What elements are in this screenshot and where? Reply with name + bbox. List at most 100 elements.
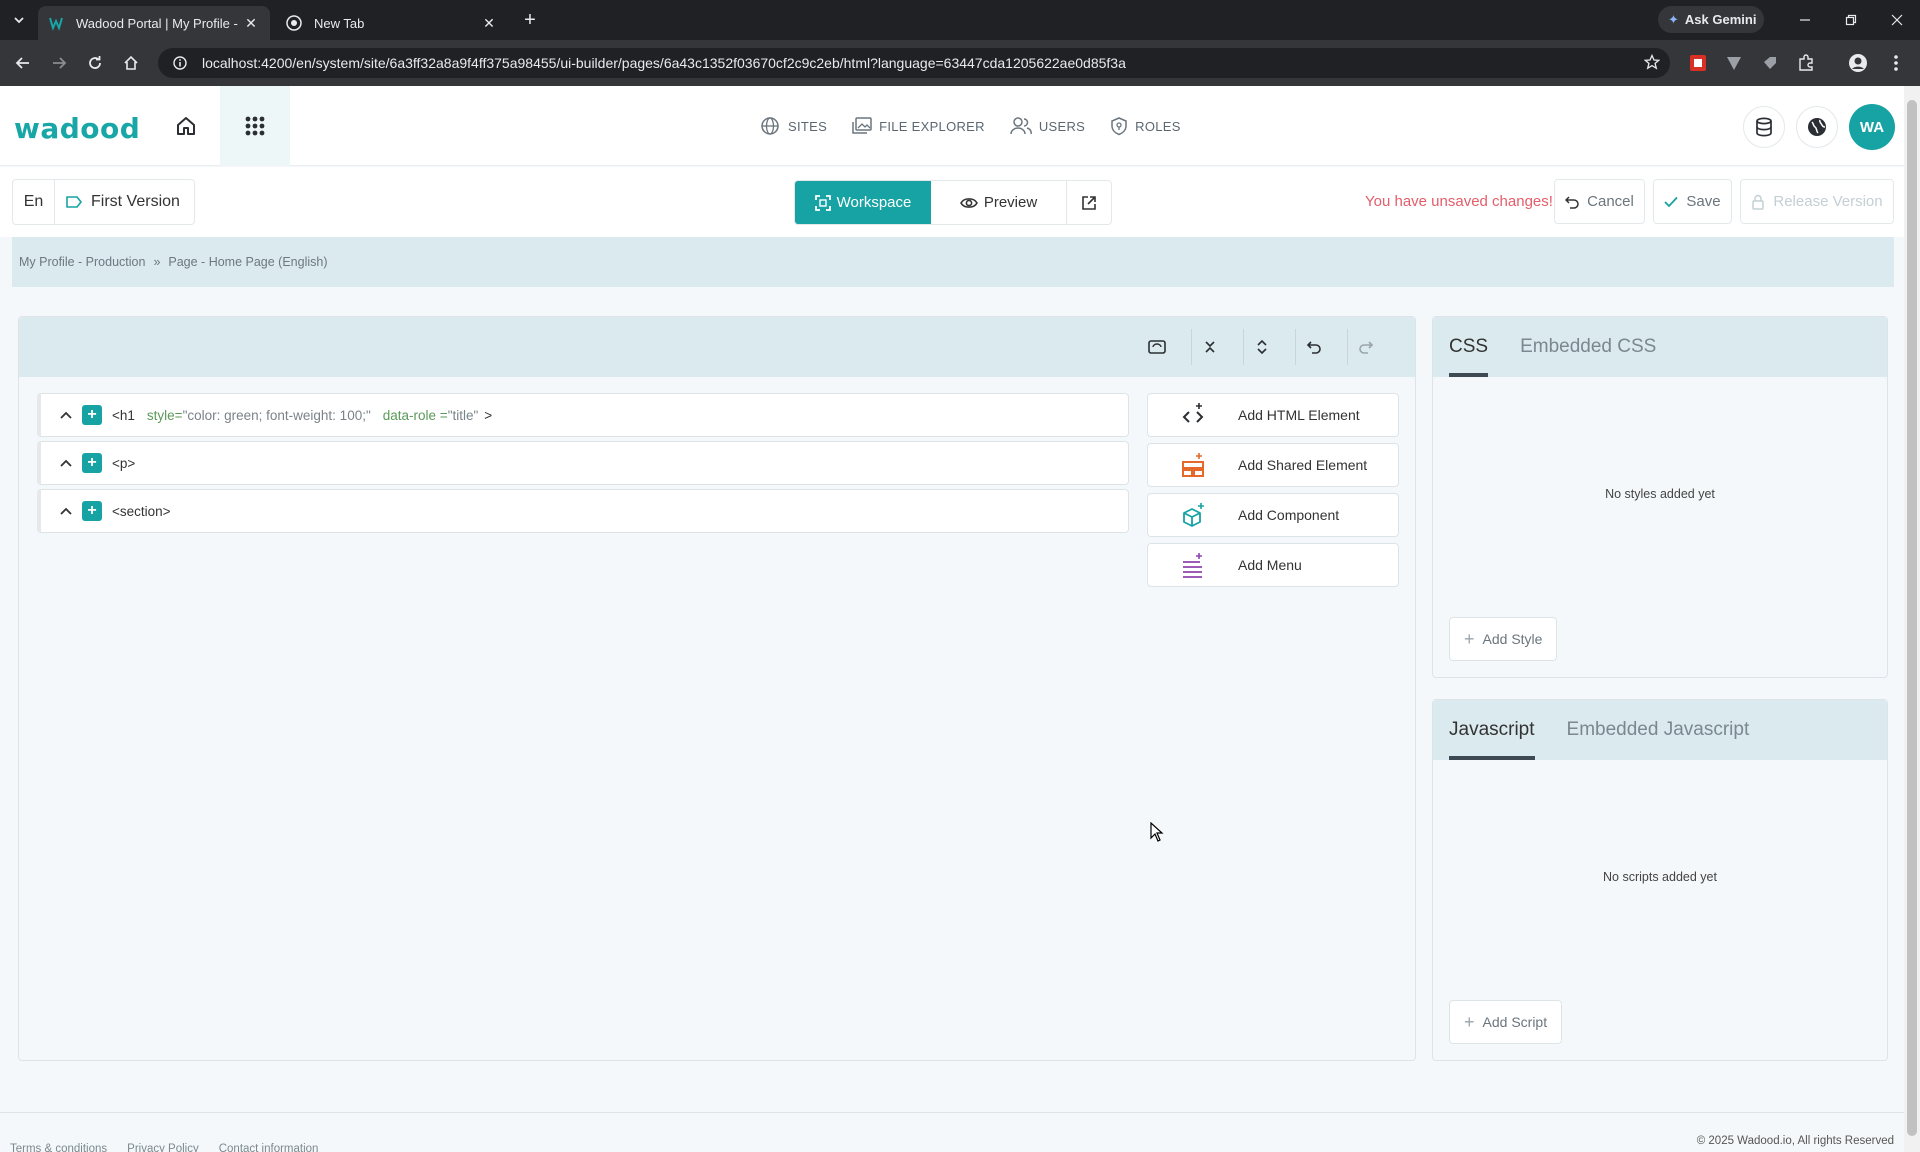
tab-css[interactable]: CSS — [1449, 317, 1489, 377]
toggle-view-button[interactable] — [1139, 329, 1175, 365]
close-tab-icon[interactable]: ✕ — [480, 14, 498, 32]
footer-link-terms[interactable]: Terms & conditions — [10, 1143, 107, 1152]
restore-icon[interactable] — [1828, 0, 1874, 40]
chevron-up-icon[interactable] — [60, 459, 74, 467]
workspace-label: Workspace — [836, 194, 912, 211]
scrollbar-thumb[interactable] — [1907, 100, 1917, 1136]
nav-file-explorer[interactable]: FILE EXPLORER — [851, 116, 985, 136]
footer-link-privacy[interactable]: Privacy Policy — [127, 1143, 199, 1152]
breadcrumb-item-page[interactable]: Page - Home Page (English) — [168, 255, 327, 269]
close-tab-icon[interactable]: ✕ — [242, 14, 260, 32]
element-tag: <p> — [112, 455, 136, 471]
release-version-button[interactable]: Release Version — [1740, 179, 1894, 224]
workspace-panel: + <h1 style= "color: green; font-weight: … — [18, 316, 1416, 1061]
home-icon[interactable] — [116, 48, 146, 78]
add-menu-label: Add Menu — [1238, 557, 1302, 573]
language-selector[interactable]: En — [13, 180, 55, 224]
undo-button[interactable] — [1295, 329, 1331, 365]
bookmark-star-icon[interactable] — [1643, 53, 1661, 73]
chevron-up-icon[interactable] — [60, 411, 74, 419]
back-icon[interactable] — [8, 48, 38, 78]
code-plus-icon — [1148, 402, 1238, 428]
no-scripts-text: No scripts added yet — [1603, 870, 1717, 884]
profile-icon[interactable] — [1848, 53, 1868, 73]
collapse-all-button[interactable] — [1191, 329, 1227, 365]
site-info-icon[interactable] — [172, 55, 188, 71]
nav-users[interactable]: USERS — [1009, 116, 1085, 136]
add-html-element-button[interactable]: Add HTML Element — [1147, 393, 1399, 437]
tree-node-p[interactable]: + <p> — [37, 441, 1129, 485]
reload-icon[interactable] — [80, 48, 110, 78]
ask-gemini-button[interactable]: ✦ Ask Gemini — [1658, 6, 1764, 33]
open-external-button[interactable] — [1067, 181, 1111, 224]
chevron-up-icon[interactable] — [60, 507, 74, 515]
wadood-logo[interactable]: wadood — [14, 112, 140, 145]
extension-red-icon[interactable] — [1688, 53, 1708, 73]
cancel-button[interactable]: Cancel — [1554, 179, 1645, 224]
images-icon — [852, 117, 872, 134]
chevron-down-icon — [14, 17, 24, 24]
expand-all-button[interactable] — [1243, 329, 1279, 365]
tree-node-section[interactable]: + <section> — [37, 489, 1129, 533]
mouse-cursor-icon — [1150, 822, 1164, 842]
extensions-puzzle-icon[interactable] — [1796, 53, 1816, 73]
extension-v-icon[interactable] — [1724, 53, 1744, 73]
save-button[interactable]: Save — [1653, 179, 1732, 224]
element-tag: <h1 — [112, 407, 135, 423]
apps-grid-button[interactable] — [220, 86, 290, 166]
breadcrumb: My Profile - Production » Page - Home Pa… — [12, 237, 1894, 287]
wadood-favicon — [48, 15, 64, 31]
browser-tab-inactive[interactable]: New Tab ✕ — [276, 6, 508, 40]
browser-tab-active[interactable]: Wadood Portal | My Profile - Ui ✕ — [38, 6, 270, 40]
forward-icon[interactable] — [44, 48, 74, 78]
add-child-button[interactable]: + — [82, 501, 102, 521]
tab-embedded-css[interactable]: Embedded CSS — [1520, 317, 1656, 377]
preview-button[interactable]: Preview — [931, 181, 1067, 224]
element-tag-close: > — [484, 407, 493, 423]
add-script-button[interactable]: + Add Script — [1449, 1000, 1563, 1044]
cube-plus-icon — [1148, 502, 1238, 528]
add-script-label: Add Script — [1482, 1014, 1548, 1030]
refresh-frame-icon — [1148, 340, 1166, 354]
home-button[interactable] — [172, 112, 200, 140]
add-child-button[interactable]: + — [82, 405, 102, 425]
user-avatar[interactable]: WA — [1849, 104, 1895, 150]
nav-roles[interactable]: ROLES — [1109, 116, 1181, 136]
browser-menu-icon[interactable] — [1886, 53, 1906, 73]
close-window-icon[interactable] — [1874, 0, 1920, 40]
add-menu-button[interactable]: Add Menu — [1147, 543, 1399, 587]
users-icon — [1010, 117, 1032, 135]
add-component-button[interactable]: Add Component — [1147, 493, 1399, 537]
database-icon — [1756, 117, 1772, 137]
language-globe-button[interactable] — [1796, 106, 1838, 148]
database-button[interactable] — [1743, 106, 1785, 148]
nav-file-explorer-label: FILE EXPLORER — [879, 118, 985, 134]
url-text: localhost:4200/en/system/site/6a3ff32a8a… — [202, 55, 1126, 71]
new-tab-button[interactable]: + — [518, 8, 542, 32]
tab-embedded-javascript[interactable]: Embedded Javascript — [1567, 700, 1750, 760]
footer-link-contact[interactable]: Contact information — [219, 1143, 319, 1152]
attribute-name: style= — [146, 407, 183, 423]
minimize-icon[interactable] — [1782, 0, 1828, 40]
add-style-button[interactable]: + Add Style — [1449, 617, 1558, 661]
tree-node-h1[interactable]: + <h1 style= "color: green; font-weight: … — [37, 393, 1129, 437]
version-selector[interactable]: First Version — [55, 193, 194, 211]
extension-tag-icon[interactable] — [1760, 53, 1780, 73]
house-icon — [177, 117, 195, 135]
cancel-label: Cancel — [1587, 193, 1634, 210]
undo-icon — [1306, 341, 1321, 354]
workspace-button[interactable]: Workspace — [795, 181, 931, 224]
version-label: First Version — [91, 193, 180, 210]
footer-links: Terms & conditions Privacy Policy Contac… — [10, 1143, 318, 1152]
address-bar[interactable]: localhost:4200/en/system/site/6a3ff32a8a… — [158, 48, 1670, 78]
tab-javascript[interactable]: Javascript — [1449, 700, 1535, 760]
redo-button[interactable] — [1347, 329, 1383, 365]
tag-icon — [66, 196, 82, 208]
check-icon — [1664, 196, 1679, 207]
tab-search-button[interactable] — [6, 8, 32, 32]
add-child-button[interactable]: + — [82, 453, 102, 473]
add-shared-element-button[interactable]: Add Shared Element — [1147, 443, 1399, 487]
nav-sites[interactable]: SITES — [760, 116, 827, 136]
breadcrumb-item-site[interactable]: My Profile - Production — [19, 255, 145, 269]
page-scrollbar[interactable] — [1904, 86, 1920, 1152]
